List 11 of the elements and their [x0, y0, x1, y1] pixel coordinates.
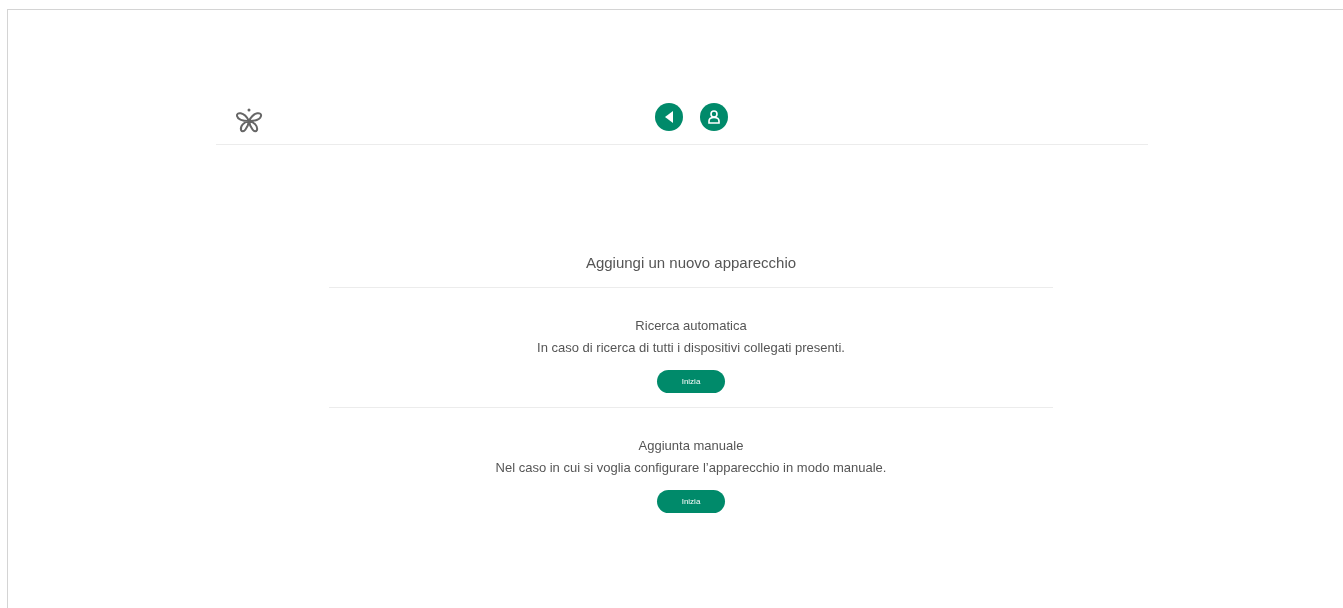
user-icon	[707, 109, 721, 125]
option-description: In caso di ricerca di tutti i dispositivi collegati presenti.	[537, 339, 845, 357]
option-heading: Aggiunta manuale	[638, 437, 744, 455]
back-arrow-icon	[663, 110, 675, 124]
option-heading: Ricerca automatica	[635, 317, 747, 335]
user-button[interactable]	[700, 103, 728, 131]
option-description: Nel caso in cui si voglia configurare l’apparecchio in modo manuale.	[495, 459, 887, 477]
start-button[interactable]: Inizia	[657, 370, 725, 393]
back-button[interactable]	[655, 103, 683, 131]
start-button[interactable]: Inizia	[657, 490, 725, 513]
page-title: Aggiungi un nuovo apparecchio	[585, 253, 797, 273]
